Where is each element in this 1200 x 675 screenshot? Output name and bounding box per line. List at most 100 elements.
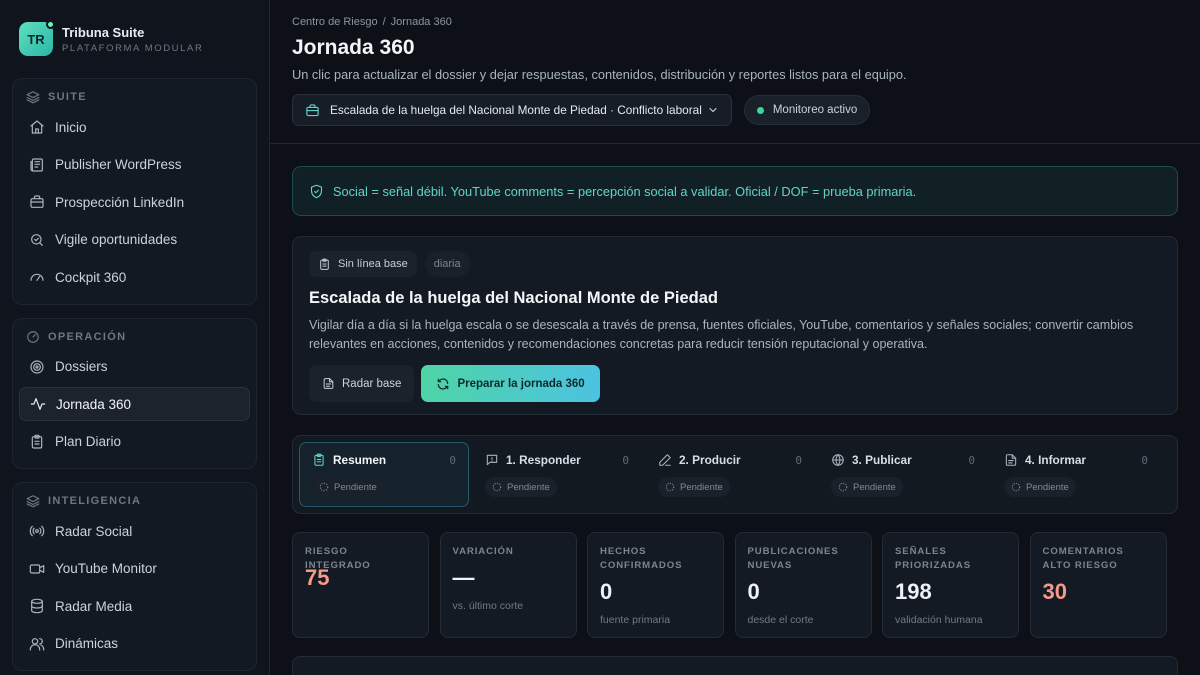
sidebar-item-plan-diario[interactable]: Plan Diario [19,425,250,459]
sidebar-item-dinamicas[interactable]: Dinámicas [19,627,250,661]
tab-label: 3. Publicar [852,453,912,467]
sidebar-item-label: Plan Diario [55,434,122,449]
status-label: Monitoreo activo [772,104,858,116]
status-dot [756,106,764,114]
briefcase-icon [306,103,319,116]
breadcrumb: Centro de Riesgo / Jornada 360 [292,16,1178,28]
kpi-subtext: validación humana [895,614,983,626]
kpi-subtext: desde el corte [747,614,814,626]
file-icon [323,378,334,389]
step-tabs: Resumen 0 Pendiente 1. Responder 0 Pendi… [292,435,1178,514]
kpi-hechos-confirmados: HECHOS CONFIRMADOS 0 fuente primaria [587,532,724,638]
tab-informar[interactable]: 4. Informar 0 Pendiente [991,442,1161,507]
sidebar-item-label: Jornada 360 [56,396,132,412]
brand[interactable]: TR Tribuna Suite PLATAFORMA MODULAR [12,0,257,78]
tab-count: 0 [795,453,802,467]
brand-initials: TR [27,31,45,47]
kpi-riesgo-integrado: RIESGO INTEGRADO 75 [292,532,429,638]
radio-icon [29,525,45,537]
kpi-value: 198 [895,579,932,604]
pending-icon [319,482,329,492]
sidebar-item-dossiers[interactable]: Dossiers [19,350,250,384]
tag-baseline: Sin línea base [309,251,417,277]
nav-group-title-operacion: OPERACIÓN [19,327,250,347]
case-card: Sin línea base diaria Escalada de la hue… [292,236,1178,415]
tab-producir[interactable]: 2. Producir 0 Pendiente [645,442,815,507]
chevron-down-icon [709,107,717,113]
kpi-label: COMENTARIOS ALTO RIESGO [1042,546,1124,571]
tab-publicar[interactable]: 3. Publicar 0 Pendiente [818,442,988,507]
briefcase-icon [30,195,44,208]
database-icon [31,598,43,614]
gauge-icon [30,273,44,281]
content-area: Social = señal débil. YouTube comments =… [270,144,1200,675]
case-select[interactable]: Escalada de la huelga del Nacional Monte… [292,94,732,126]
step-status-badge: Pendiente [485,477,557,497]
tab-resumen[interactable]: Resumen 0 Pendiente [299,442,469,507]
sidebar-item-cockpit-360[interactable]: Cockpit 360 [19,260,250,294]
gauge-icon [27,330,39,343]
sidebar-item-vigile-oportunidades[interactable]: Vigile oportunidades [19,223,250,257]
case-select-value: Escalada de la huelga del Nacional Monte… [330,103,702,117]
kpi-subtext: fuente primaria [600,614,671,626]
sidebar-item-label: YouTube Monitor [55,561,157,576]
clipboard-icon [314,453,324,466]
nav-group-title-suite: SUITE [19,87,250,107]
sidebar-item-label: Radar Media [55,598,133,614]
sidebar-item-prospeccion-linkedin[interactable]: Prospección LinkedIn [19,185,250,219]
tab-count: 0 [1141,453,1148,467]
nav-group-inteligencia: INTELIGENCIA Radar Social YouTube Monito… [12,482,257,671]
pending-icon [1011,482,1021,492]
radar-base-button[interactable]: Radar base [309,365,415,402]
clipboard-icon [320,258,329,270]
sidebar-item-radar-media[interactable]: Radar Media [19,589,250,623]
main-content: Centro de Riesgo / Jornada 360 Jornada 360… [270,0,1200,675]
sidebar-item-radar-social[interactable]: Radar Social [19,514,250,548]
layers-icon [26,495,40,508]
breadcrumb-item-centro-de-riesgo[interactable]: Centro de Riesgo [292,16,378,28]
sidebar-item-label: Publisher WordPress [55,157,182,172]
status-badge: Monitoreo activo [743,95,871,125]
kpi-subtext: vs. último corte [452,600,524,612]
sidebar-item-label: Prospección LinkedIn [55,194,185,210]
step-status-badge: Pendiente [658,477,730,497]
sidebar-item-label: Vigile oportunidades [55,232,178,247]
pending-icon [665,482,675,492]
sidebar-item-label: Dinámicas [55,636,119,651]
kpi-comentarios-alto-riesgo: COMENTARIOS ALTO RIESGO 30 [1029,532,1167,638]
tab-count: 0 [622,453,629,467]
kpi-senales-priorizadas: SEÑALES PRIORIZADAS 198 validación human… [882,532,1019,638]
refresh-icon [438,377,449,390]
tab-count: 0 [449,453,456,467]
kpi-value: 0 [747,579,760,604]
kpi-row: RIESGO INTEGRADO 75 VARIACIÓN — vs. últi… [292,532,1178,638]
pending-icon [838,482,848,492]
brand-logo: TR [19,20,55,56]
tab-label: 1. Responder [506,453,581,467]
online-dot [46,20,55,29]
sidebar-item-publisher-wordpress[interactable]: Publisher WordPress [19,148,250,182]
kpi-value: 0 [600,579,613,604]
nav-group-suite: SUITE Inicio Publisher WordPress Prospec… [12,78,257,305]
layers-icon [26,91,40,104]
sidebar-item-label: Inicio [55,119,87,135]
nav-group-operacion: OPERACIÓN Dossiers Jornada 360 Plan Diar… [12,317,257,469]
kpi-variacion: VARIACIÓN — vs. último corte [439,532,577,638]
kpi-label: VARIACIÓN [452,546,514,557]
step-status-badge: Pendiente [1004,477,1076,497]
kpi-value: — [452,565,475,590]
sidebar-item-youtube-monitor[interactable]: YouTube Monitor [19,552,250,586]
next-panel [292,656,1178,675]
source-notice: Social = señal débil. YouTube comments =… [292,166,1178,216]
prepare-jornada-button[interactable]: Preparar la jornada 360 [421,365,600,402]
search-icon [31,233,43,246]
nav-group-title-inteligencia: INTELIGENCIA [19,491,250,511]
tab-responder[interactable]: 1. Responder 0 Pendiente [472,442,642,507]
sidebar-item-inicio[interactable]: Inicio [19,110,250,144]
kpi-label: RIESGO INTEGRADO [305,546,371,571]
message-icon [486,454,498,466]
clipboard-icon [31,434,43,449]
tab-count: 0 [968,453,975,467]
kpi-label: HECHOS CONFIRMADOS [600,546,683,571]
sidebar-item-jornada-360[interactable]: Jornada 360 [19,387,250,421]
